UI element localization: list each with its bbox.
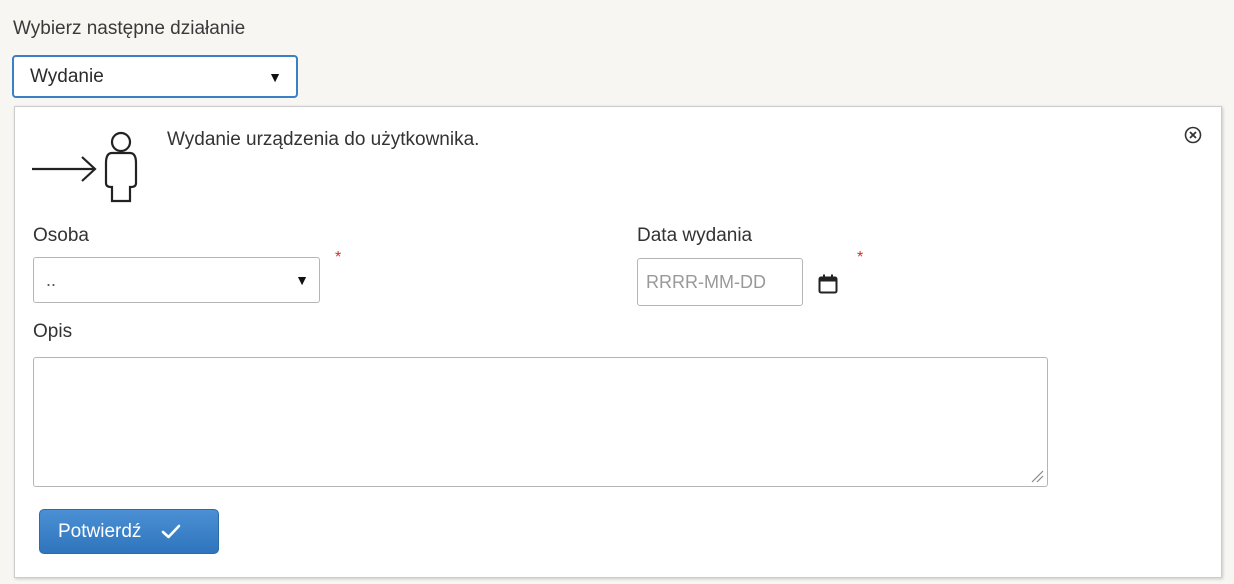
issue-date-input[interactable]	[637, 258, 803, 306]
next-action-selected-value: Wydanie	[30, 65, 104, 87]
resize-grip-icon[interactable]	[1030, 469, 1044, 483]
person-selected-value: ..	[46, 269, 57, 290]
confirm-button-label: Potwierdź	[58, 520, 142, 542]
issue-date-label: Data wydania	[637, 225, 753, 246]
person-required-mark: *	[335, 249, 342, 266]
panel-description: Wydanie urządzenia do użytkownika.	[167, 129, 480, 150]
calendar-icon[interactable]	[817, 273, 839, 295]
chevron-down-icon: ▼	[268, 68, 282, 85]
person-label: Osoba	[33, 225, 89, 246]
issue-device-panel: Wydanie urządzenia do użytkownika. Osoba…	[14, 106, 1222, 578]
confirm-button[interactable]: Potwierdź	[39, 509, 219, 554]
next-action-select[interactable]: Wydanie ▼	[12, 55, 298, 98]
person-select[interactable]: .. ▼	[33, 257, 320, 303]
arrow-to-person-icon	[32, 131, 138, 203]
close-circle-icon[interactable]	[1183, 125, 1203, 145]
next-action-label: Wybierz następne działanie	[13, 18, 246, 39]
checkmark-icon	[162, 524, 181, 538]
description-label: Opis	[33, 321, 73, 342]
issue-date-required-mark: *	[857, 249, 864, 266]
description-textarea[interactable]	[33, 357, 1048, 487]
chevron-down-icon: ▼	[295, 272, 309, 288]
